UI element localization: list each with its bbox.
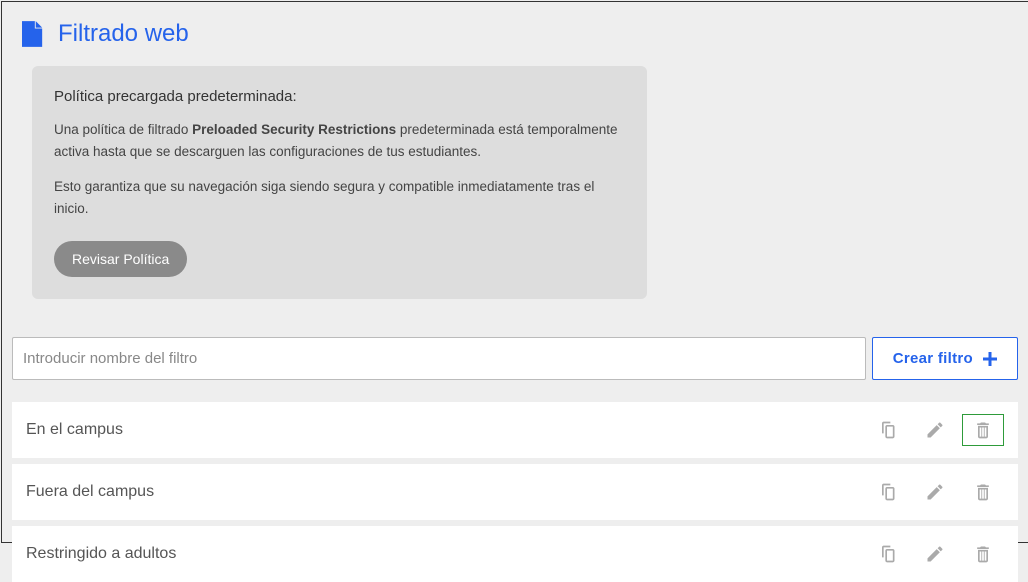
copy-filter-button-icon xyxy=(877,420,897,440)
edit-filter-button-icon xyxy=(925,420,945,440)
policy-text-1: Una política de filtrado Preloaded Secur… xyxy=(54,119,625,162)
filter-name: Fuera del campus xyxy=(26,483,154,501)
page-container: Filtrado web Política precargada predete… xyxy=(1,1,1028,543)
filter-row: En el campus xyxy=(12,402,1018,458)
copy-filter-button-icon xyxy=(877,482,897,502)
delete-filter-button-icon xyxy=(973,482,993,502)
filter-name: En el campus xyxy=(26,421,123,439)
delete-filter-button[interactable] xyxy=(962,538,1004,570)
policy-title: Política precargada predeterminada: xyxy=(54,88,625,105)
policy-text-2: Esto garantiza que su navegación siga si… xyxy=(54,176,625,219)
plus-icon xyxy=(983,352,997,366)
edit-filter-button-icon xyxy=(925,482,945,502)
delete-filter-button[interactable] xyxy=(962,476,1004,508)
policy-notice-box: Política precargada predeterminada: Una … xyxy=(32,66,647,299)
page-header: Filtrado web xyxy=(10,20,1020,48)
create-filter-button[interactable]: Crear filtro xyxy=(872,337,1018,380)
page-title: Filtrado web xyxy=(58,20,189,48)
copy-filter-button[interactable] xyxy=(866,538,908,570)
delete-filter-button-icon xyxy=(973,420,993,440)
filter-actions xyxy=(866,476,1004,508)
filter-actions xyxy=(866,538,1004,570)
copy-filter-button[interactable] xyxy=(866,414,908,446)
review-policy-button[interactable]: Revisar Política xyxy=(54,241,187,277)
copy-filter-button-icon xyxy=(877,544,897,564)
edit-filter-button-icon xyxy=(925,544,945,564)
create-filter-row: Crear filtro xyxy=(12,337,1018,380)
filter-row: Fuera del campus xyxy=(12,464,1018,520)
filter-actions xyxy=(866,414,1004,446)
copy-filter-button[interactable] xyxy=(866,476,908,508)
filter-name-input[interactable] xyxy=(12,337,866,380)
filter-row: Restringido a adultos xyxy=(12,526,1018,582)
delete-filter-button[interactable] xyxy=(962,414,1004,446)
filter-list: En el campus Fuera del campus Restringido … xyxy=(12,402,1018,582)
create-filter-label: Crear filtro xyxy=(893,350,973,367)
edit-filter-button[interactable] xyxy=(914,414,956,446)
edit-filter-button[interactable] xyxy=(914,538,956,570)
delete-filter-button-icon xyxy=(973,544,993,564)
document-icon xyxy=(22,21,44,47)
edit-filter-button[interactable] xyxy=(914,476,956,508)
filter-name: Restringido a adultos xyxy=(26,545,176,563)
